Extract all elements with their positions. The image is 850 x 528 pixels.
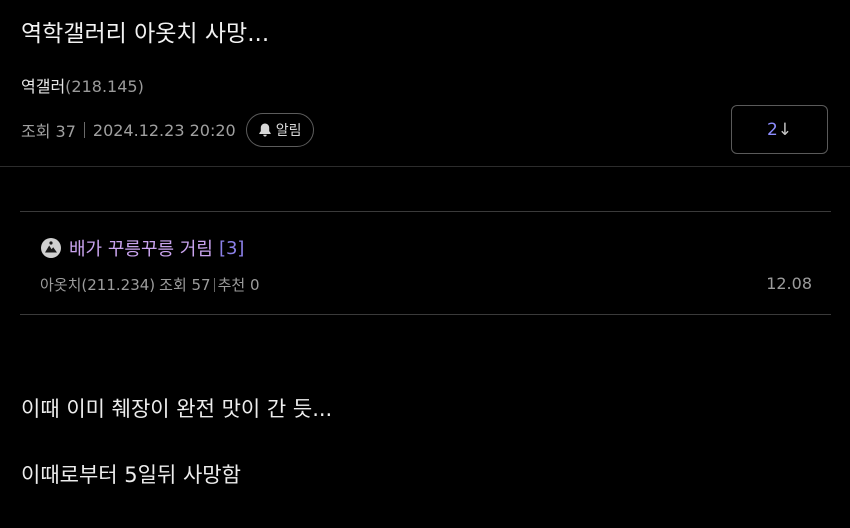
related-title[interactable]: 배가 꾸릉꾸릉 거림: [69, 235, 213, 261]
mountain-badge-icon: [41, 238, 61, 258]
related-author: 아옷치(211.234): [40, 276, 156, 294]
alarm-button[interactable]: 알림: [245, 113, 315, 147]
author-name[interactable]: 역갤러: [21, 77, 65, 96]
post-meta: 조회 37 2024.12.23 20:20 알림: [21, 112, 315, 148]
header-divider: [0, 166, 850, 167]
related-title-row[interactable]: 배가 꾸릉꾸릉 거림 [3]: [40, 235, 244, 261]
body-line-2: 이때로부터 5일뒤 사망함: [21, 463, 241, 487]
alarm-label: 알림: [275, 123, 302, 139]
post-title: 역학갤러리 아옷치 사망...: [21, 21, 270, 47]
related-recommend: 추천 0: [217, 276, 260, 294]
body-line-1: 이때 이미 췌장이 완전 맛이 간 듯...: [21, 397, 333, 421]
post-page: 역학갤러리 아옷치 사망... 역갤러(218.145) 조회 37 2024.…: [0, 0, 850, 528]
comment-jump-button[interactable]: 2 ↓: [731, 105, 828, 154]
comment-count: 2: [766, 119, 778, 140]
meta-divider: [83, 122, 85, 138]
related-post-card[interactable]: 배가 꾸릉꾸릉 거림 [3] 아옷치(211.234) 조회 57 추천 0 1…: [20, 211, 831, 315]
related-meta: 아옷치(211.234) 조회 57 추천 0: [40, 274, 260, 295]
view-count: 조회 37: [21, 122, 76, 141]
related-views: 조회 57: [159, 276, 211, 294]
author-ip: (218.145): [65, 77, 144, 96]
bell-icon: [259, 123, 271, 137]
related-date: 12.08: [766, 274, 812, 293]
post-datetime: 2024.12.23 20:20: [92, 120, 236, 140]
arrow-down-icon: ↓: [777, 119, 793, 140]
related-meta-divider: [213, 277, 215, 292]
related-comment-count: [3]: [218, 237, 245, 259]
author-info: 역갤러(218.145): [21, 73, 144, 97]
